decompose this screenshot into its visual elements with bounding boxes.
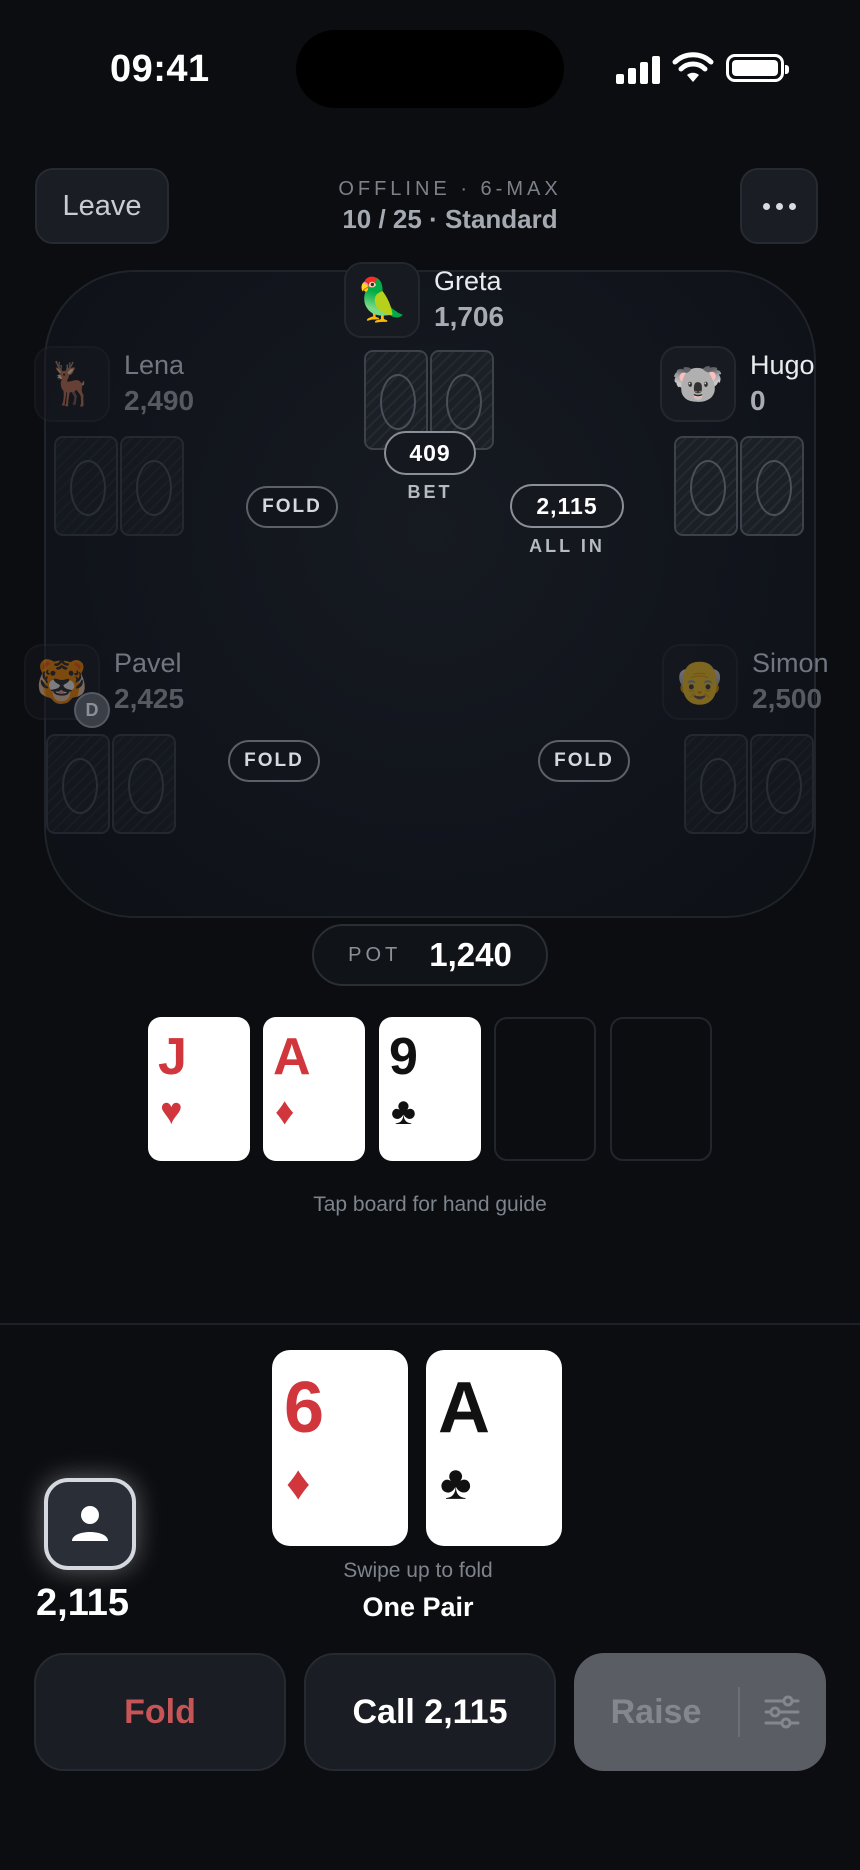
action-badge-lena: FOLD <box>246 486 338 528</box>
card-rank: A <box>438 1368 490 1448</box>
hero-avatar[interactable] <box>44 1478 136 1570</box>
card-back <box>54 436 118 536</box>
player-cards-hugo <box>674 436 804 536</box>
player-chips: 2,490 <box>124 385 195 416</box>
player-name: Lena <box>124 350 185 380</box>
player-name: Pavel <box>114 648 182 678</box>
player-info-lena: Lena 2,490 <box>124 350 194 417</box>
player-chips: 1,706 <box>434 301 505 332</box>
card-back <box>46 734 110 834</box>
card-back <box>674 436 738 536</box>
dynamic-island <box>296 30 564 108</box>
card-back <box>684 734 748 834</box>
pot-label: POT <box>348 943 402 966</box>
swipe-hint: Swipe up to fold <box>343 1559 493 1582</box>
player-info-simon: Simon 2,500 <box>752 648 829 715</box>
action-badge-simon: FOLD <box>538 740 630 782</box>
card-rank: 6 <box>284 1368 325 1448</box>
bet-label-greta: BET <box>407 482 453 502</box>
raise-button[interactable]: Raise <box>574 1653 826 1771</box>
more-button[interactable] <box>740 168 818 244</box>
raise-divider <box>738 1687 740 1737</box>
section-divider <box>0 1323 860 1325</box>
card-rank: 9 <box>389 1028 418 1086</box>
pot-value: 1,240 <box>429 936 512 973</box>
table-mode-label: OFFLINE · 6-MAX <box>338 178 562 200</box>
player-avatar-lena[interactable]: 🦌 <box>34 346 110 422</box>
bet-amount-hugo: 2,115 <box>510 484 624 528</box>
board-card[interactable]: J ♥ <box>148 1017 250 1161</box>
player-info-hugo: Hugo 0 <box>750 350 815 417</box>
leave-button[interactable]: Leave <box>35 168 169 244</box>
card-rank: A <box>273 1028 311 1086</box>
card-rank: J <box>158 1028 187 1086</box>
player-chips: 2,425 <box>114 683 185 714</box>
wifi-icon <box>672 52 714 82</box>
user-icon <box>72 1506 108 1541</box>
sliders-icon[interactable] <box>764 1695 800 1729</box>
board-empty-slot-turn <box>494 1017 596 1161</box>
card-suit-diamond-icon: ♦ <box>275 1091 295 1133</box>
card-suit-club-icon: ♣ <box>440 1457 472 1510</box>
fold-button[interactable]: Fold <box>34 1653 286 1771</box>
card-suit-club-icon: ♣ <box>391 1091 416 1133</box>
player-name: Hugo <box>750 350 815 380</box>
card-back <box>112 734 176 834</box>
player-name: Greta <box>434 266 502 296</box>
card-back <box>750 734 814 834</box>
card-back <box>740 436 804 536</box>
player-cards-simon <box>684 734 814 834</box>
bet-amount-greta: 409 <box>384 431 476 475</box>
hole-card[interactable]: 6 ♦ <box>272 1350 408 1546</box>
player-chips: 2,500 <box>752 683 823 714</box>
player-name: Simon <box>752 648 829 678</box>
dealer-button: D <box>74 692 110 728</box>
action-badge-pavel: FOLD <box>228 740 320 782</box>
ellipsis-icon <box>762 202 796 210</box>
hole-card[interactable]: A ♣ <box>426 1350 562 1546</box>
battery-icon <box>726 54 789 82</box>
board-empty-slot-river <box>610 1017 712 1161</box>
player-cards-pavel <box>46 734 176 834</box>
table-stakes-title: 10 / 25 · Standard <box>342 204 558 234</box>
player-avatar-simon[interactable]: 👴 <box>662 644 738 720</box>
board-card[interactable]: 9 ♣ <box>379 1017 481 1161</box>
pot-display: POT 1,240 <box>312 924 548 986</box>
player-info-pavel: Pavel 2,425 <box>114 648 184 715</box>
player-avatar-greta[interactable]: 🦜 <box>344 262 420 338</box>
hand-strength-label: One Pair <box>362 1592 474 1622</box>
bet-label-hugo: ALL IN <box>529 536 605 556</box>
card-back <box>120 436 184 536</box>
player-avatar-hugo[interactable]: 🐨 <box>660 346 736 422</box>
card-suit-heart-icon: ♥ <box>160 1091 183 1133</box>
board-card[interactable]: A ♦ <box>263 1017 365 1161</box>
player-info-greta: Greta 1,706 <box>434 266 504 333</box>
call-button[interactable]: Call 2,115 <box>304 1653 556 1771</box>
cellular-signal-icon <box>616 56 660 84</box>
hero-chips: 2,115 <box>36 1582 129 1624</box>
card-suit-diamond-icon: ♦ <box>286 1457 311 1510</box>
status-time: 09:41 <box>110 48 210 90</box>
hand-guide-hint: Tap board for hand guide <box>313 1193 547 1216</box>
raise-label: Raise <box>610 1692 702 1731</box>
player-cards-lena <box>54 436 184 536</box>
player-chips: 0 <box>750 385 766 416</box>
